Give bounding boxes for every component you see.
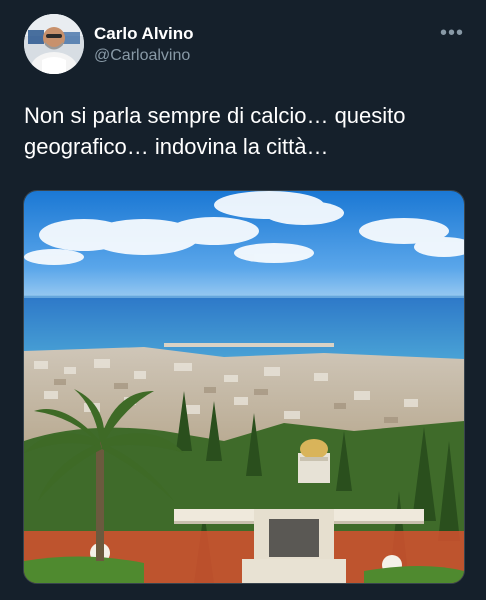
avatar[interactable] [24,14,84,74]
tweet-card: Carlo Alvino @Carloalvino ••• Non si par… [0,0,486,600]
more-horizontal-icon: ••• [439,22,464,44]
tweet-media-photo[interactable] [23,190,465,584]
author-name[interactable]: Carlo Alvino [94,24,194,44]
more-options-button[interactable]: ••• [438,20,466,46]
author-handle[interactable]: @Carloalvino [94,47,190,65]
tweet-text: Non si parla sempre di calcio… quesito g… [24,103,406,159]
avatar-image [24,14,84,74]
city-photo [24,191,464,583]
